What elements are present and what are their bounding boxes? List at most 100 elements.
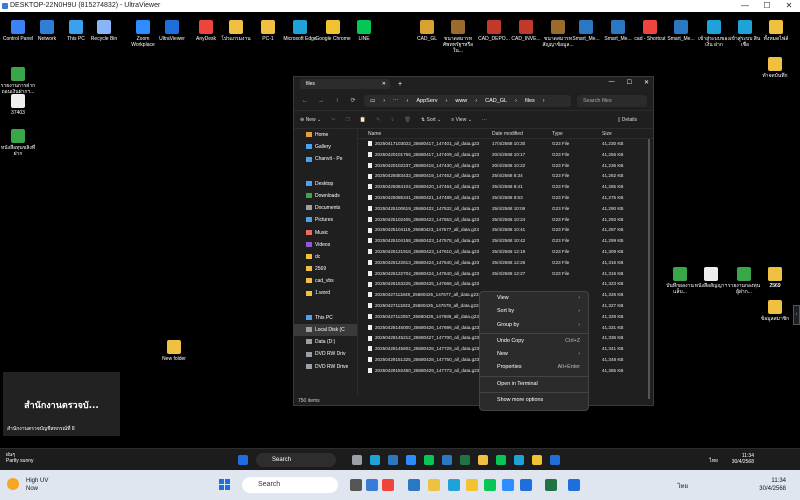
desktop-icon[interactable]: หนังสือสัญญาฯ (693, 267, 729, 289)
app-icon[interactable] (382, 479, 394, 491)
nav-item[interactable]: Local Disk (C (294, 324, 357, 337)
search-input[interactable]: Search files (577, 94, 647, 107)
weather-widget[interactable]: ฝนๆ Partly sunny (6, 452, 34, 464)
more-options-icon[interactable]: ⋯ (482, 117, 487, 123)
nav-item[interactable]: Documents (294, 202, 357, 214)
task-view-icon[interactable] (352, 455, 362, 465)
breadcrumb-item[interactable]: AppServ (416, 98, 437, 104)
zoom-icon[interactable] (406, 455, 416, 465)
table-row[interactable]: 20250425102405_25680422_147553_all_data.… (358, 215, 653, 226)
up-arrow-icon[interactable]: ↑ (332, 98, 342, 104)
ultraviewer-icon[interactable] (520, 479, 532, 491)
table-row[interactable]: 20250425104119_25680423_147577_all_data.… (358, 225, 653, 236)
file-explorer-icon[interactable] (478, 455, 488, 465)
app-icon[interactable] (568, 479, 580, 491)
table-row[interactable]: 20250425121918_25680423_147610_all_data.… (358, 247, 653, 258)
desktop-icon[interactable]: Smart_Me... (568, 20, 604, 42)
nav-item[interactable]: Gallery (294, 141, 357, 153)
desktop-icon-folder[interactable]: ข้อมูลสมาชิก (757, 300, 793, 322)
desktop-icon[interactable]: Smart_Me... (600, 20, 636, 42)
table-row[interactable]: 20250420102237_25680418_147430_all_data.… (358, 161, 653, 172)
cut-icon[interactable]: ✂ (331, 117, 335, 123)
desktop-icon[interactable]: LINE (346, 20, 382, 42)
nav-item[interactable]: 2569 (294, 263, 357, 275)
clock[interactable]: 11:34 30/4/2568 (759, 477, 786, 493)
column-size[interactable]: Size (599, 129, 644, 138)
table-row[interactable]: 20250426153225_25680425_147666_all_data.… (358, 279, 653, 290)
excel-icon[interactable] (545, 479, 557, 491)
clock[interactable]: 11:34 30/4/2568 (732, 453, 754, 465)
table-row[interactable]: 20250425122704_25680424_147640_all_data.… (358, 269, 653, 280)
rename-icon[interactable]: ✎ (376, 117, 380, 123)
excel-icon[interactable] (460, 455, 470, 465)
forward-arrow-icon[interactable]: → (316, 98, 326, 104)
line-icon[interactable] (496, 455, 506, 465)
nav-item[interactable]: 1.word (294, 287, 357, 299)
table-row[interactable]: 20250420101756_25680417_147409_all_data.… (358, 150, 653, 161)
zoom-icon[interactable] (502, 479, 514, 491)
column-type[interactable]: Type (549, 129, 599, 138)
desktop-icon[interactable]: ขนาดสมารท ศัพทหรัฐฯหรือใน... (440, 20, 476, 54)
refresh-icon[interactable]: ⟳ (348, 97, 358, 104)
app-icon[interactable] (388, 455, 398, 465)
table-row[interactable]: 20250425085341_25680421_147489_all_data.… (358, 193, 653, 204)
breadcrumb-item[interactable]: files (525, 98, 535, 104)
explorer-close-button[interactable]: ✕ (644, 79, 649, 86)
desktop-icon[interactable]: UltraViewer (154, 20, 190, 42)
nav-item[interactable]: Pictures (294, 214, 357, 226)
view-button[interactable]: ≡ View ⌄ (451, 117, 472, 123)
nav-item[interactable]: Desktop (294, 178, 357, 190)
new-button[interactable]: ⊕ New ⌄ (300, 117, 321, 123)
details-button[interactable]: ▯ Details (618, 117, 637, 123)
maximize-button[interactable]: ☐ (756, 0, 778, 12)
line-icon[interactable] (424, 455, 434, 465)
close-tab-icon[interactable]: ✕ (382, 79, 386, 89)
taskbar-search[interactable]: Search (242, 477, 338, 493)
windows-start-icon[interactable] (219, 479, 231, 491)
word-icon[interactable] (442, 455, 452, 465)
menu-item-group-by[interactable]: Group by › (480, 319, 588, 332)
desktop-icon[interactable]: Smart_Me... (663, 20, 699, 42)
nav-item[interactable]: dc (294, 251, 357, 263)
share-icon[interactable]: ⇪ (390, 117, 394, 123)
desktop-icon[interactable]: 2569 (757, 267, 793, 289)
file-explorer-icon[interactable] (428, 479, 440, 491)
column-name[interactable]: Name (358, 129, 489, 138)
tab-files[interactable]: files ✕ (300, 79, 390, 89)
nav-item[interactable]: Videos (294, 239, 357, 251)
menu-item-properties[interactable]: Properties Alt+Enter (480, 361, 588, 374)
back-arrow-icon[interactable]: ← (300, 98, 310, 104)
desktop-icon[interactable]: ทั้งหมดไฟล์ (758, 20, 794, 42)
vertical-scrollbar[interactable] (648, 139, 650, 399)
desktop-icon[interactable]: Microsoft Edge (282, 20, 318, 42)
store-icon[interactable] (408, 479, 420, 491)
language-indicator[interactable]: ไทย (678, 481, 689, 491)
desktop-icon[interactable]: CAD_DEPO... (476, 20, 512, 42)
menu-item-undo-copy[interactable]: Undo Copy Ctrl+Z (480, 335, 588, 348)
minimize-button[interactable]: — (734, 0, 756, 12)
nav-item[interactable]: This PC (294, 312, 357, 324)
new-tab-button[interactable]: + (398, 81, 402, 88)
start-icon[interactable] (238, 455, 248, 465)
menu-item-show-more-options[interactable]: Show more options (480, 394, 588, 407)
desktop-icon[interactable]: Recycle Bin (86, 20, 122, 42)
table-row[interactable]: 20250417103022_25680417_147401_all_data.… (358, 139, 653, 150)
delete-icon[interactable]: 🗑 (405, 117, 411, 123)
table-row[interactable]: 20250425104158_25680423_147578_all_data.… (358, 236, 653, 247)
sort-button[interactable]: ⇅ Sort ⌄ (421, 117, 441, 123)
line-icon[interactable] (484, 479, 496, 491)
breadcrumb-item[interactable]: CAD_GL (485, 98, 507, 104)
desktop-icon[interactable]: ทำจดบันทึก (757, 57, 793, 79)
table-row[interactable]: 20250425122613_25680424_147640_all_data.… (358, 258, 653, 269)
menu-item-new[interactable]: New › (480, 348, 588, 361)
nav-item[interactable]: Home (294, 129, 357, 141)
desktop-icon[interactable]: รายงานการฝาก ถอนเงินฝากฯ... (0, 67, 36, 95)
taskbar-preview[interactable]: สำนักงานตรวจบั... สำนักงานตรวจบัญชีสหกรณ… (3, 372, 120, 436)
language-indicator[interactable]: ไทย (709, 457, 718, 465)
chrome-icon[interactable] (532, 455, 542, 465)
desktop-icon[interactable]: CAD_INVE... (508, 20, 544, 42)
explorer-minimize-button[interactable]: — (609, 79, 615, 86)
desktop-icon[interactable]: PC-1 (250, 20, 286, 42)
weather-widget[interactable]: High UV Now (7, 477, 48, 493)
chrome-icon[interactable] (466, 479, 478, 491)
